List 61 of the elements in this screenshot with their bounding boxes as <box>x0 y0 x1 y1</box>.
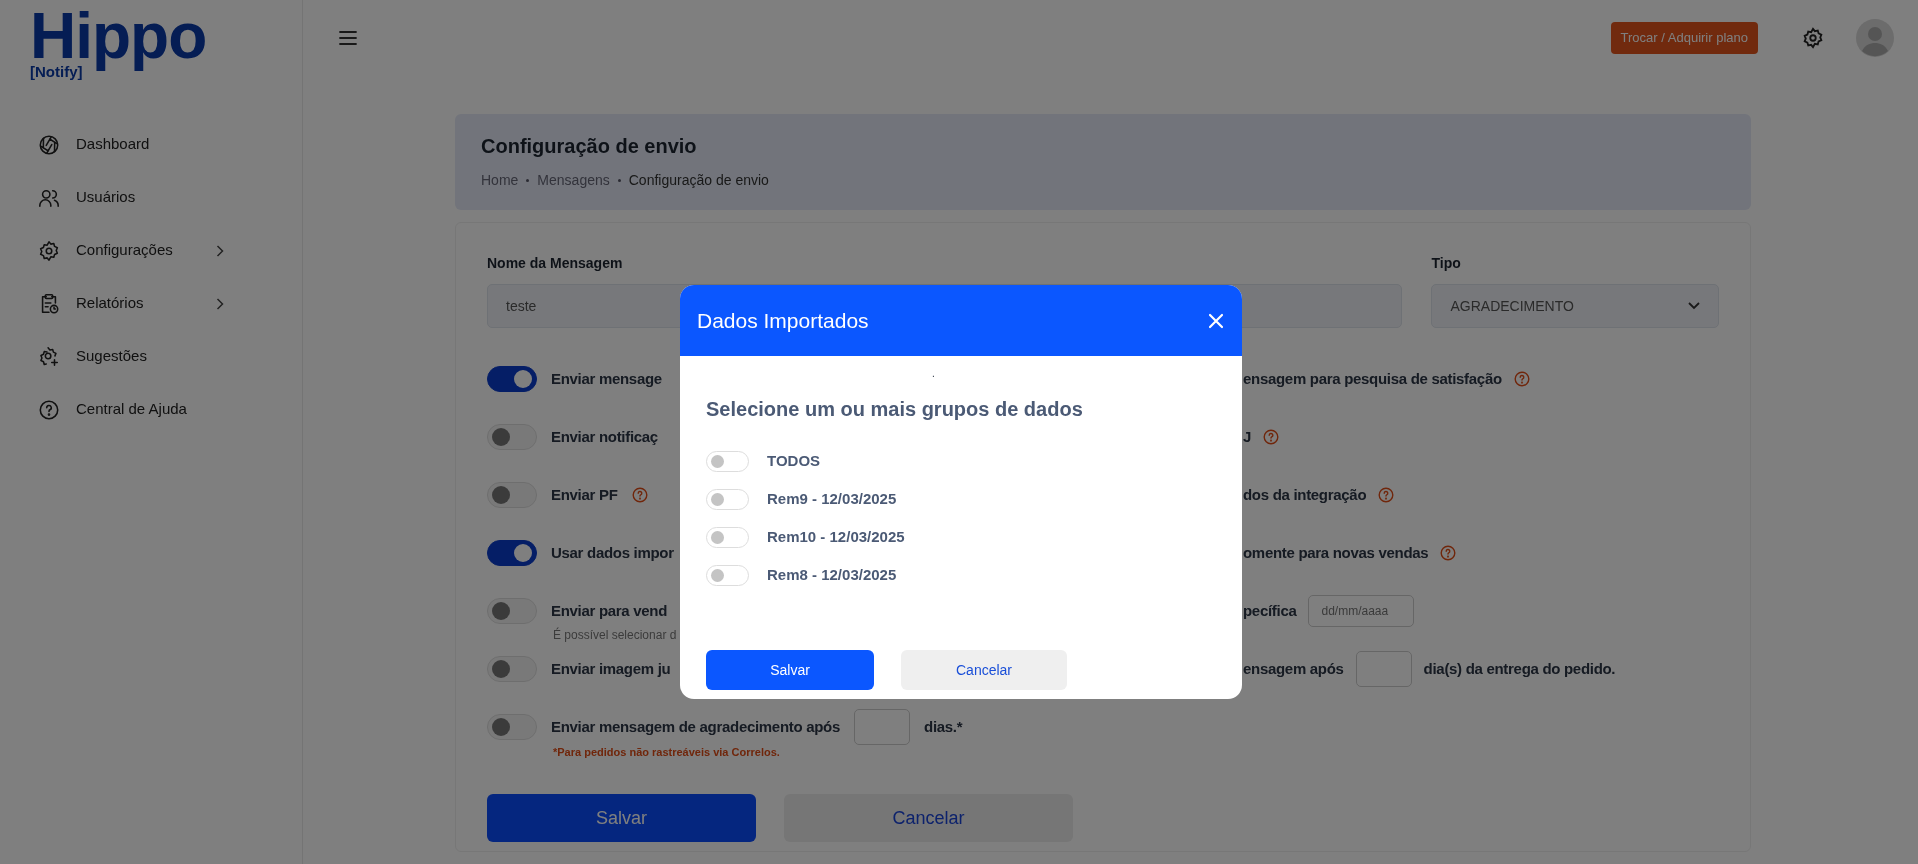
type-select[interactable]: AGRADECIMENTO <box>1431 284 1719 328</box>
option-note: *Para pedidos não rastreáveis via Correlos. <box>553 745 781 760</box>
toggle-switch[interactable] <box>487 540 537 566</box>
cancel-button[interactable]: Cancelar <box>901 650 1067 690</box>
option-label: dias.* <box>924 716 963 737</box>
sidebar-item[interactable]: Central de Ajuda <box>0 383 270 436</box>
option-label: Enviar mensagem de agradecimento após <box>551 716 840 737</box>
sidebar-item[interactable]: Usuários <box>0 171 270 224</box>
breadcrumb-link[interactable]: Mensagens <box>537 170 610 191</box>
help-icon[interactable] <box>1263 429 1280 445</box>
option-label: ensagem para pesquisa de satisfação <box>1243 368 1502 389</box>
sidebar-item[interactable]: Sugestões <box>0 330 270 383</box>
date-field[interactable]: dd/mm/aaaa <box>1308 595 1415 627</box>
group-label: Rem9 - 12/03/2025 <box>767 488 897 509</box>
chevron-down-icon <box>1688 302 1700 310</box>
help-icon[interactable] <box>1440 545 1457 561</box>
sidebar-item[interactable]: Configurações <box>0 224 270 277</box>
cancel-button[interactable]: Cancelar <box>784 794 1073 842</box>
option-label: Enviar para vend <box>551 600 668 621</box>
number-field[interactable] <box>854 709 910 745</box>
option-label: J <box>1243 426 1252 447</box>
help-icon[interactable] <box>1513 371 1530 387</box>
save-button[interactable]: Salvar <box>706 650 874 690</box>
field-label: Nome da Mensagem <box>487 254 624 273</box>
breadcrumb-current: Configuração de envio <box>628 171 769 190</box>
avatar-icon[interactable] <box>1856 19 1894 57</box>
field-label: Tipo <box>1431 254 1462 273</box>
group-label: Rem8 - 12/03/2025 <box>767 564 897 585</box>
dialog-title: Dados Importados <box>697 307 869 334</box>
option-label: dia(s) da entrega do pedido. <box>1423 658 1616 679</box>
save-button[interactable]: Salvar <box>487 794 756 842</box>
help-icon[interactable] <box>631 487 648 503</box>
dialog-heading: Selecione um ou mais grupos de dados <box>706 397 1084 422</box>
option-label: pecífica <box>1243 600 1297 621</box>
option-label: dos da integração <box>1243 484 1367 505</box>
group-label: Rem10 - 12/03/2025 <box>767 526 905 547</box>
plan-button[interactable]: Trocar / Adquirir plano <box>1610 22 1758 54</box>
page-title: Configuração de envio <box>481 134 698 158</box>
gear-plus-icon <box>38 345 60 368</box>
option-label: Usar dados impor <box>551 542 674 563</box>
help-icon[interactable] <box>1378 487 1395 503</box>
option-label: omente para novas vendas <box>1243 542 1429 563</box>
option-hint: É possível selecionar d <box>553 626 678 644</box>
aperture-icon <box>38 133 60 156</box>
sidebar-item[interactable]: Dashboard <box>0 118 270 171</box>
settings-icon[interactable] <box>1802 27 1824 49</box>
close-icon[interactable] <box>1208 312 1224 329</box>
option-label: Enviar notificaç <box>551 426 658 447</box>
group-label: TODOS <box>767 450 821 471</box>
option-label: ensagem após <box>1243 658 1344 679</box>
breadcrumb-link[interactable]: Home <box>481 170 519 191</box>
toggle-switch[interactable] <box>487 366 537 392</box>
gear-icon <box>38 239 60 262</box>
option-label: Enviar PF <box>551 484 618 505</box>
sidebar-item[interactable]: Relatórios <box>0 277 270 330</box>
option-label: Enviar mensage <box>551 368 662 389</box>
number-field[interactable] <box>1355 651 1412 687</box>
option-label: Enviar imagem ju <box>551 658 671 679</box>
menu-icon[interactable] <box>339 31 357 45</box>
stray-mark: . <box>932 369 935 379</box>
help-icon <box>38 398 60 421</box>
